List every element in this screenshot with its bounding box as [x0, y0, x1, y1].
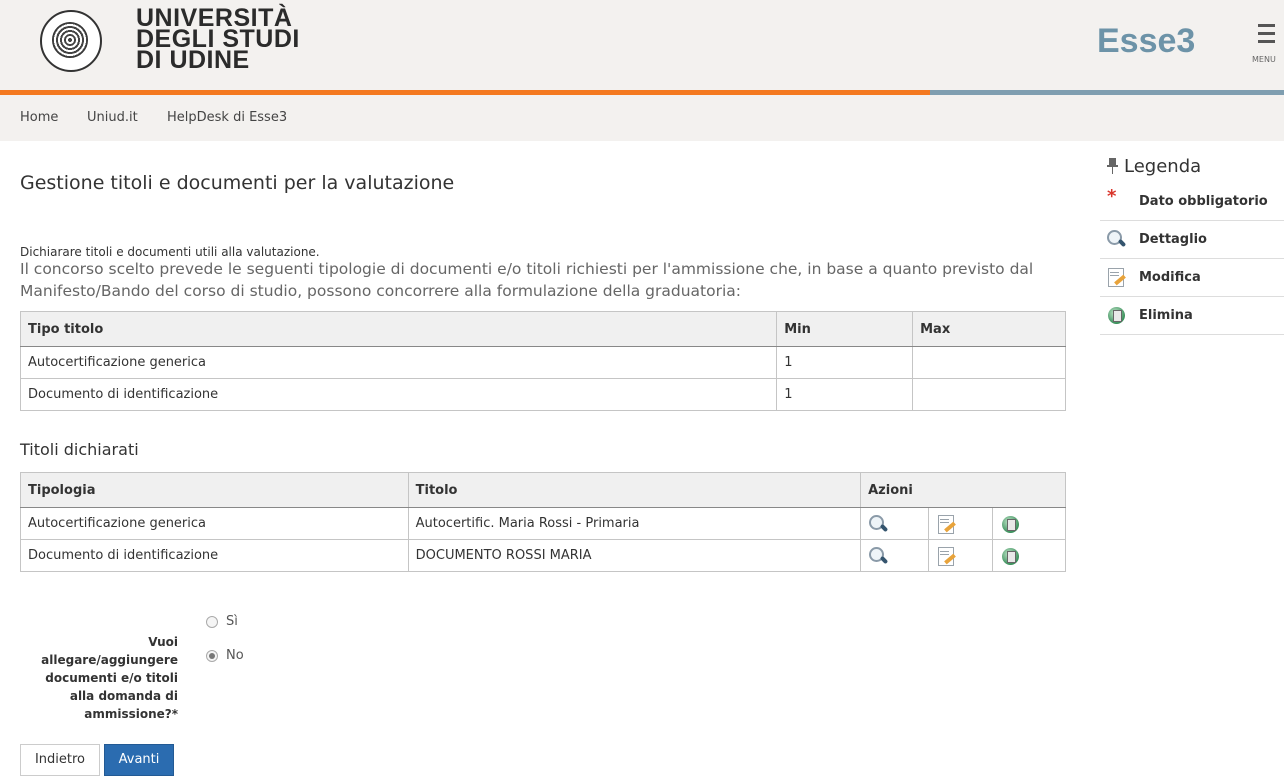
radio-option-si[interactable]: Sì	[206, 614, 238, 629]
table-row: Autocertificazione generica 1	[19, 346, 1066, 379]
cell-tipo-titolo: Autocertificazione generica	[19, 346, 778, 379]
table-header-row: Tipo titolo Min Max	[19, 311, 1066, 347]
hamburger-icon	[1258, 24, 1275, 27]
university-name[interactable]: UNIVERSITÀ DEGLI STUDI DI UDINE	[136, 6, 300, 74]
nav-link-uniud[interactable]: Uniud.it	[87, 110, 138, 125]
attach-question-label: Vuoi allegare/aggiungere documenti e/o t…	[41, 635, 178, 721]
cell-action-detail	[860, 539, 930, 572]
next-button[interactable]: Avanti	[104, 744, 174, 776]
column-header-tipo-titolo: Tipo titolo	[19, 311, 778, 347]
section-title-declared: Titoli dichiarati	[20, 440, 139, 459]
table-row: Documento di identificazione 1	[19, 378, 1066, 411]
edit-icon[interactable]	[936, 546, 956, 566]
table-row: Autocertificazione generica Autocertific…	[20, 507, 1066, 540]
cell-action-delete	[992, 539, 1066, 572]
required-titles-table: Tipo titolo Min Max Autocertificazione g…	[19, 311, 1066, 411]
required-star-icon: *	[1107, 186, 1117, 207]
radio-button[interactable]	[206, 649, 218, 662]
column-header-max: Max	[912, 311, 1066, 347]
legend-item-delete: Elimina	[1100, 297, 1284, 335]
edit-icon[interactable]	[936, 514, 956, 534]
cell-max	[912, 346, 1066, 379]
legend-item-required: * Dato obbligatorio	[1100, 183, 1284, 221]
trash-icon[interactable]	[1000, 546, 1020, 566]
menu-button[interactable]: MENU	[1250, 24, 1284, 68]
cell-tipologia: Autocertificazione generica	[20, 507, 409, 540]
intro-text: Il concorso scelto prevede le seguenti t…	[20, 260, 1034, 300]
app-name[interactable]: Esse3	[1097, 22, 1195, 61]
trash-icon	[1106, 305, 1126, 325]
magnifier-icon[interactable]	[868, 514, 889, 534]
column-header-azioni: Azioni	[860, 472, 1066, 508]
cell-action-delete	[992, 507, 1066, 540]
declared-titles-table: Tipologia Titolo Azioni Autocertificazio…	[20, 472, 1066, 572]
cell-min: 1	[776, 378, 914, 411]
radio-label: Sì	[226, 614, 238, 629]
page-title: Gestione titoli e documenti per la valut…	[20, 172, 455, 194]
cell-tipo-titolo: Documento di identificazione	[19, 378, 778, 411]
legend-label: Dettaglio	[1139, 232, 1207, 247]
cell-min: 1	[776, 346, 914, 379]
radio-label: No	[226, 648, 244, 663]
table-header-row: Tipologia Titolo Azioni	[20, 472, 1066, 508]
trash-icon[interactable]	[1000, 514, 1020, 534]
cell-action-edit	[928, 539, 994, 572]
university-name-line-3: DI UDINE	[136, 46, 250, 74]
legend-label: Elimina	[1139, 308, 1193, 323]
magnifier-icon[interactable]	[868, 546, 889, 566]
column-header-min: Min	[776, 311, 914, 347]
radio-option-no[interactable]: No	[206, 648, 244, 663]
column-header-tipologia: Tipologia	[20, 472, 409, 508]
radio-button[interactable]	[206, 615, 218, 628]
legend-title: Legenda	[1124, 156, 1202, 177]
cell-titolo: DOCUMENTO ROSSI MARIA	[407, 539, 862, 572]
edit-icon	[1106, 267, 1126, 287]
legend-label: Dato obbligatorio	[1139, 194, 1268, 209]
cell-titolo: Autocertific. Maria Rossi - Primaria	[407, 507, 862, 540]
magnifier-icon	[1106, 229, 1127, 249]
column-header-titolo: Titolo	[407, 472, 862, 508]
legend-label: Modifica	[1139, 270, 1201, 285]
cell-tipologia: Documento di identificazione	[20, 539, 409, 572]
header: UNIVERSITÀ DEGLI STUDI DI UDINE Esse3 ME…	[0, 0, 1284, 90]
legend-item-detail: Dettaglio	[1100, 221, 1284, 259]
nav-link-helpdesk[interactable]: HelpDesk di Esse3	[167, 110, 287, 125]
cell-max	[912, 378, 1066, 411]
back-button[interactable]: Indietro	[20, 744, 100, 776]
page-subtitle: Dichiarare titoli e documenti utili alla…	[20, 245, 320, 259]
navbar: Home Uniud.it HelpDesk di Esse3	[0, 95, 1284, 141]
legend-item-edit: Modifica	[1100, 259, 1284, 297]
cell-action-edit	[928, 507, 994, 540]
cell-action-detail	[860, 507, 930, 540]
nav-link-home[interactable]: Home	[20, 110, 58, 125]
menu-label: MENU	[1252, 55, 1276, 64]
university-seal-logo[interactable]	[40, 10, 102, 72]
table-row: Documento di identificazione DOCUMENTO R…	[20, 539, 1066, 572]
pin-icon	[1107, 158, 1118, 174]
